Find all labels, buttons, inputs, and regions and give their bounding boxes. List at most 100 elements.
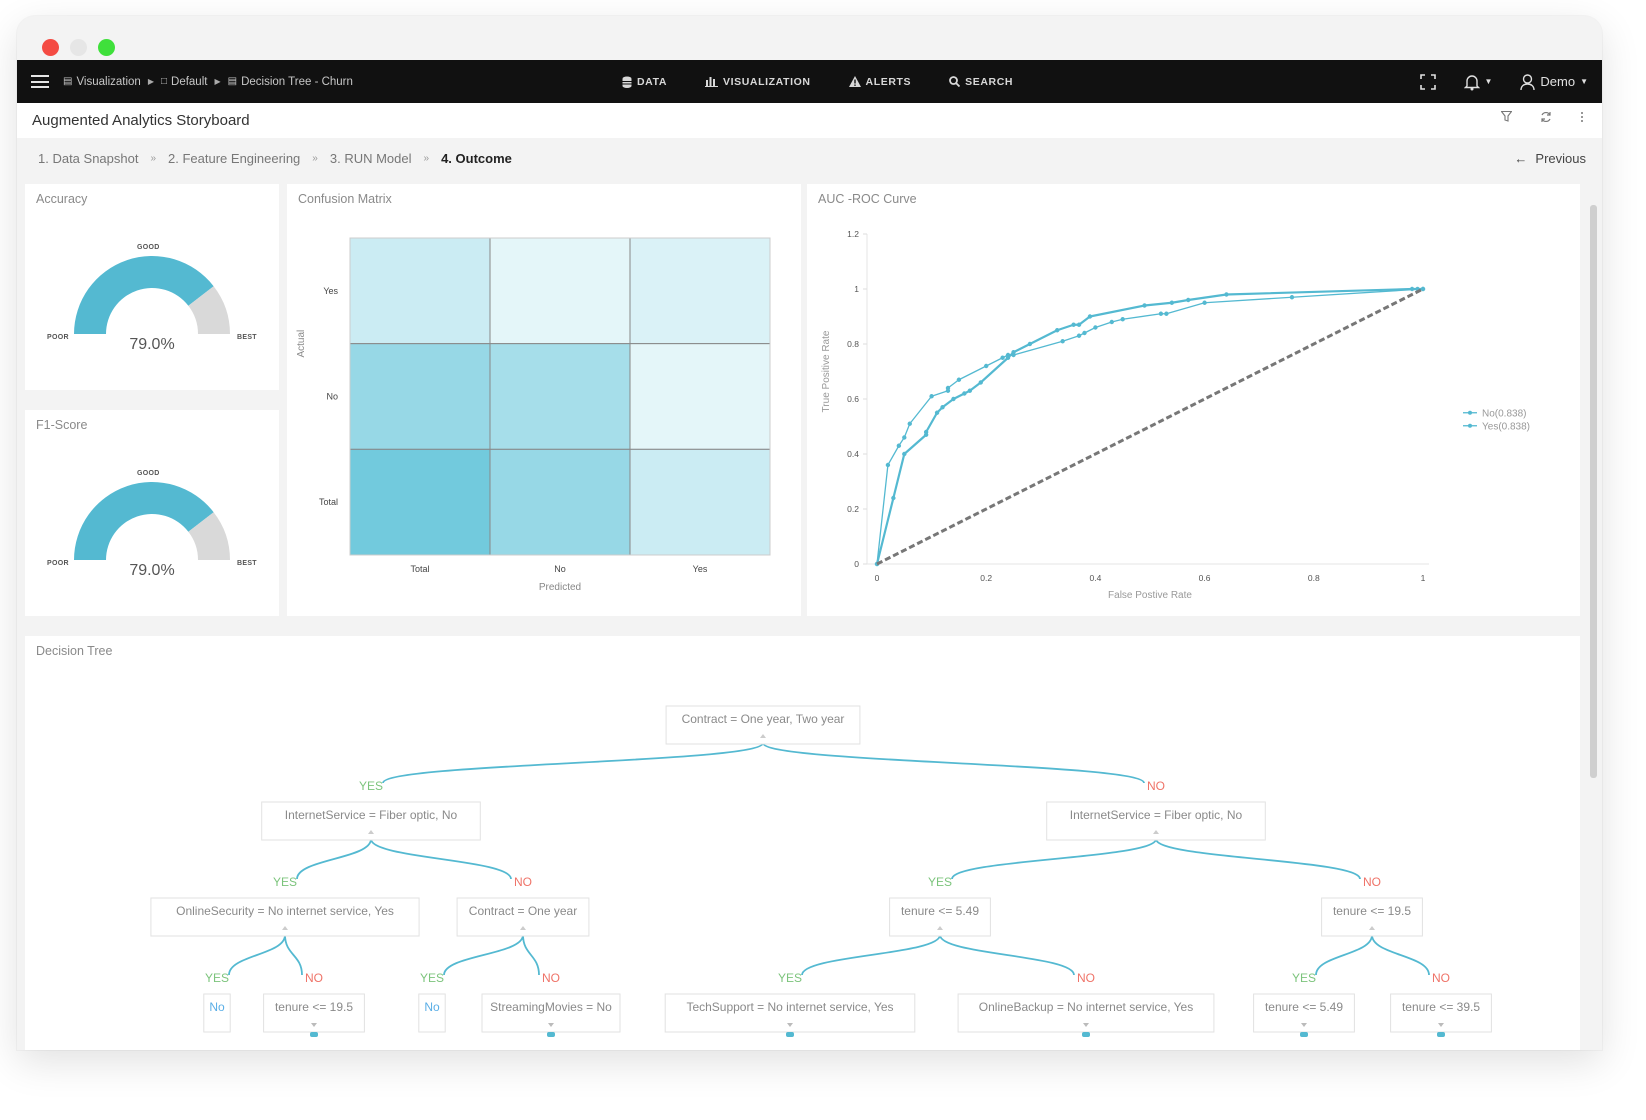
branch-label-no: NO — [1147, 779, 1165, 793]
baseline-line — [876, 287, 1424, 566]
accuracy-value: 79.0% — [129, 336, 175, 353]
matrix-cell[interactable] — [489, 448, 631, 556]
node-label: OnlineSecurity = No internet service, Ye… — [176, 904, 394, 918]
decision-tree-panel: Decision Tree YES NO YES NO YES NO YES NO YES NO Y… — [25, 636, 1580, 1050]
roc-data-point — [1076, 333, 1082, 338]
matrix-cell[interactable] — [629, 237, 771, 345]
node-label: tenure <= 39.5 — [1402, 1000, 1480, 1014]
matrix-cell[interactable] — [489, 343, 631, 450]
tree-node[interactable]: OnlineSecurity = No internet service, Ye… — [150, 897, 420, 937]
branch-label-yes: YES — [928, 875, 952, 889]
tree-leaf-node[interactable]: No — [203, 993, 231, 1033]
step-data-snapshot[interactable]: 1. Data Snapshot — [38, 151, 138, 166]
roc-data-point — [951, 396, 956, 402]
filter-icon[interactable] — [1501, 111, 1512, 122]
chart-icon: ▤ — [227, 76, 238, 87]
x-tick-label: 1 — [1421, 573, 1426, 583]
nav-label: ALERTS — [865, 75, 912, 88]
search-icon — [949, 76, 961, 87]
notifications-button[interactable]: ▼ — [1464, 73, 1492, 91]
nav-search[interactable]: SEARCH — [949, 76, 1013, 88]
roc-data-point — [1000, 355, 1005, 360]
y-tick-label: Total — [319, 497, 338, 507]
tree-node[interactable]: tenure <= 19.5 — [1321, 897, 1423, 937]
step-run-model[interactable]: 3. RUN Model — [330, 151, 412, 166]
collapsed-children-indicator[interactable] — [1437, 1032, 1445, 1037]
node-label: No — [209, 1000, 225, 1014]
breadcrumb-decision-tree[interactable]: ▤ Decision Tree - Churn — [228, 76, 353, 88]
fullscreen-icon[interactable] — [1420, 73, 1437, 90]
steps-bar: 1. Data Snapshot » 2. Feature Engineerin… — [17, 138, 1602, 182]
app-window: ▤ Visualization ▶ □ Default ▶ ▤ Decision… — [17, 16, 1602, 1050]
roc-data-point — [1093, 325, 1098, 330]
tree-node[interactable]: tenure <= 5.49 — [1253, 993, 1355, 1037]
breadcrumb-default[interactable]: □ Default — [161, 76, 207, 88]
roc-data-point — [1169, 300, 1175, 305]
top-navbar: ▤ Visualization ▶ □ Default ▶ ▤ Decision… — [17, 60, 1602, 103]
collapsed-children-indicator[interactable] — [547, 1032, 555, 1037]
collapsed-children-indicator[interactable] — [310, 1032, 318, 1037]
window-close-button[interactable] — [42, 39, 59, 56]
matrix-cell[interactable] — [349, 237, 491, 345]
matrix-cell[interactable] — [489, 237, 631, 345]
previous-button[interactable]: ← Previous — [1514, 151, 1586, 166]
tree-node[interactable]: OnlineBackup = No internet service, Yes — [957, 993, 1215, 1037]
tree-node[interactable]: StreamingMovies = No — [481, 993, 621, 1037]
tree-node[interactable]: InternetService = Fiber optic, No — [1046, 801, 1266, 841]
chevron-right-icon: ▶ — [147, 77, 154, 86]
refresh-icon[interactable] — [1540, 111, 1552, 123]
bar-chart-icon: ▤ — [63, 76, 73, 87]
breadcrumb-visualization[interactable]: ▤ Visualization — [63, 76, 141, 88]
legend-label[interactable]: Yes(0.838) — [1482, 421, 1530, 432]
node-label: tenure <= 19.5 — [275, 1000, 353, 1014]
roc-data-point — [902, 451, 907, 457]
tree-node[interactable]: tenure <= 39.5 — [1390, 993, 1492, 1037]
roc-data-point — [1071, 322, 1076, 327]
x-tick-label: 0.4 — [1089, 573, 1101, 583]
collapsed-children-indicator[interactable] — [1300, 1032, 1308, 1037]
step-outcome[interactable]: 4. Outcome — [441, 151, 512, 166]
legend-marker — [1468, 423, 1472, 428]
matrix-cell[interactable] — [349, 448, 491, 556]
more-options-icon[interactable] — [1580, 111, 1584, 123]
roc-data-point — [1120, 317, 1125, 322]
user-name: Demo — [1540, 74, 1576, 89]
tree-leaf-node[interactable]: No — [418, 993, 446, 1033]
tree-link — [762, 742, 1145, 784]
tree-node[interactable]: InternetService = Fiber optic, No — [261, 801, 481, 841]
matrix-cell[interactable] — [629, 448, 771, 556]
roc-data-point — [1005, 355, 1011, 360]
y-tick-label: No — [326, 392, 338, 402]
tree-link — [1155, 838, 1361, 880]
step-feature-engineering[interactable]: 2. Feature Engineering — [168, 151, 300, 166]
collapsed-children-indicator[interactable] — [1082, 1032, 1090, 1037]
x-tick-label: Yes — [693, 564, 708, 574]
nav-alerts[interactable]: ALERTS — [848, 75, 912, 88]
double-chevron-icon: » — [150, 153, 157, 164]
nav-visualization[interactable]: VISUALIZATION — [705, 76, 811, 88]
roc-data-point — [902, 435, 907, 440]
window-maximize-button[interactable] — [98, 39, 115, 56]
tree-node[interactable]: tenure <= 5.49 — [889, 897, 991, 937]
accuracy-panel: Accuracy GOOD POOR BEST 79.0% — [25, 184, 279, 390]
tree-node[interactable]: Contract = One year — [456, 897, 590, 937]
matrix-cell[interactable] — [349, 343, 491, 450]
matrix-cell[interactable] — [629, 343, 771, 450]
vertical-scrollbar[interactable] — [1590, 205, 1597, 778]
roc-data-point — [1076, 322, 1082, 327]
branch-label-no: NO — [514, 875, 532, 889]
legend-label[interactable]: No(0.838) — [1482, 408, 1526, 419]
roc-data-point — [1142, 303, 1147, 308]
roc-data-point — [929, 394, 934, 399]
tree-node[interactable]: tenure <= 19.5 — [263, 993, 365, 1037]
collapsed-children-indicator[interactable] — [786, 1032, 794, 1037]
window-minimize-button[interactable] — [70, 39, 87, 56]
user-menu[interactable]: Demo ▼ — [1520, 73, 1588, 90]
roc-data-point — [1420, 286, 1426, 292]
roc-data-point — [1164, 311, 1169, 316]
tree-node[interactable]: Contract = One year, Two year — [665, 705, 861, 745]
tree-node[interactable]: TechSupport = No internet service, Yes — [664, 993, 916, 1037]
y-axis-label: Actual — [296, 330, 307, 358]
menu-icon[interactable] — [31, 75, 49, 88]
nav-data[interactable]: DATA — [622, 76, 667, 88]
